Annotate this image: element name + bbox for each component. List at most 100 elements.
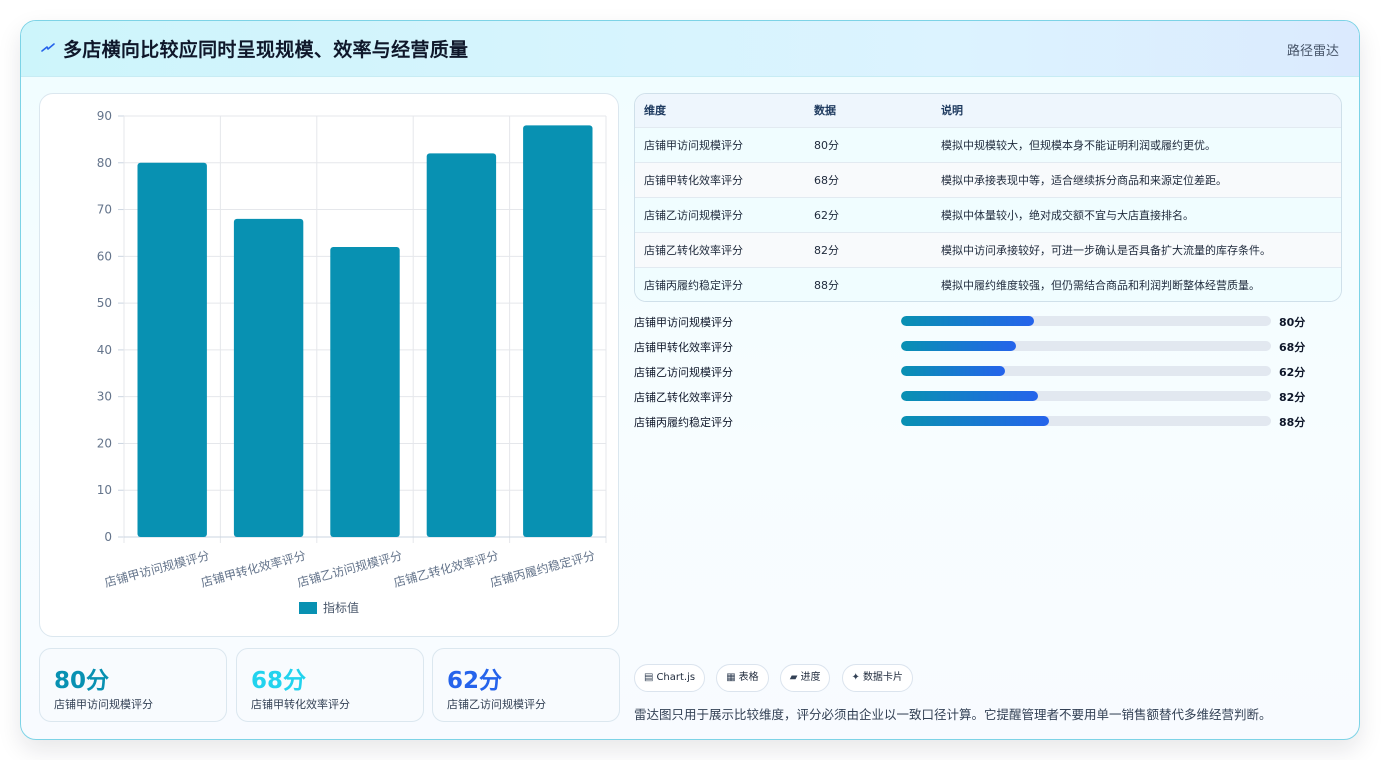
feature-chips: ▤ Chart.js ▦ 表格 ▰ 进度 ✦ 数据卡片 [634, 664, 919, 692]
progress-label: 店铺甲访问规模评分 [634, 316, 733, 329]
progress-fill [901, 316, 1035, 326]
table-cell: 模拟中访问承接较好，可进一步确认是否具备扩大流量的库存条件。 [941, 243, 1271, 257]
y-tick-label: 20 [97, 436, 112, 450]
table-cell: 模拟中体量较小，绝对成交额不宜与大店直接排名。 [941, 208, 1194, 222]
bar-chart-panel: 0 10 20 30 40 50 60 70 80 90 店铺甲访问规模评分 店铺甲转化效率评分 店铺乙… [39, 93, 619, 637]
table-cell: 店铺甲访问规模评分 [644, 138, 743, 152]
chip-table[interactable]: ▦ 表格 [716, 664, 769, 692]
progress-item: 店铺丙履约稳定评分 88分 [634, 413, 1342, 438]
chip-chartjs[interactable]: ▤ Chart.js [634, 664, 706, 692]
page-title: 多店横向比较应同时呈现规模、效率与经营质量 [63, 39, 469, 61]
table-cell: 店铺乙访问规模评分 [644, 208, 743, 222]
column-header: 说明 [941, 104, 963, 118]
progress-item: 店铺乙转化效率评分 82分 [634, 388, 1342, 413]
progress-value: 88分 [1279, 416, 1306, 429]
bar [137, 162, 207, 537]
table-icon: ▦ [726, 672, 736, 683]
table-row: 店铺甲访问规模评分 80分 模拟中规模较大，但规模本身不能证明利润或履约更优。 [635, 127, 1341, 162]
bar [523, 125, 593, 537]
chip-label: Chart.js [656, 672, 696, 683]
y-tick-label: 90 [97, 109, 112, 123]
y-tick-label: 80 [97, 156, 112, 170]
table-row: 店铺乙转化效率评分 82分 模拟中访问承接较好，可进一步确认是否具备扩大流量的库… [635, 232, 1341, 267]
table-cell: 62分 [814, 208, 839, 222]
progress-list: 店铺甲访问规模评分 80分 店铺甲转化效率评分 68分 店铺乙访问规模评分 62… [634, 313, 1342, 438]
lightning-icon [41, 43, 55, 52]
progress-item: 店铺甲转化效率评分 68分 [634, 338, 1342, 363]
y-tick-label: 50 [97, 296, 112, 310]
table-header-row: 维度 数据 说明 [635, 94, 1341, 127]
progress-track [901, 391, 1271, 401]
kpi-label: 店铺甲访问规模评分 [54, 698, 153, 711]
progress-fill [901, 416, 1049, 426]
chip-label: 进度 [800, 672, 821, 683]
chip-label: 表格 [738, 672, 759, 683]
bar [426, 153, 497, 537]
y-tick-label: 40 [97, 343, 112, 357]
progress-fill [901, 341, 1016, 351]
x-tick-label: 店铺甲转化效率评分 [199, 547, 307, 589]
header-tag[interactable]: 路径雷达 [1287, 40, 1339, 59]
table-cell: 68分 [814, 173, 839, 187]
y-tick-label: 10 [97, 483, 112, 497]
card-header: 多店横向比较应同时呈现规模、效率与经营质量 路径雷达 [21, 21, 1359, 77]
progress-item: 店铺乙访问规模评分 62分 [634, 363, 1342, 388]
y-tick-label: 70 [97, 203, 112, 217]
progress-value: 82分 [1279, 391, 1306, 404]
x-tick-label: 店铺甲访问规模评分 [103, 547, 211, 589]
y-tick-label: 30 [97, 390, 112, 404]
progress-fill [901, 391, 1038, 401]
table-cell: 80分 [814, 138, 839, 152]
chip-data-cards[interactable]: ✦ 数据卡片 [841, 664, 913, 692]
progress-label: 店铺丙履约稳定评分 [634, 416, 733, 429]
table-cell: 模拟中履约维度较强，但仍需结合商品和利润判断整体经营质量。 [941, 278, 1260, 292]
x-tick-label: 店铺乙访问规模评分 [296, 547, 404, 589]
chip-progress[interactable]: ▰ 进度 [779, 664, 831, 692]
chip-label: 数据卡片 [862, 672, 903, 683]
table-cell: 模拟中承接表现中等，适合继续拆分商品和来源定位差距。 [941, 173, 1227, 187]
y-tick-label: 0 [104, 530, 112, 544]
bar [233, 218, 304, 537]
table-cell: 店铺丙履约稳定评分 [644, 278, 743, 292]
table-cell: 店铺乙转化效率评分 [644, 243, 743, 257]
kpi-value: 62分 [447, 668, 503, 694]
x-tick-label: 店铺乙转化效率评分 [392, 547, 500, 589]
data-table: 维度 数据 说明 店铺甲访问规模评分 80分 模拟中规模较大，但规模本身不能证明… [634, 93, 1342, 302]
progress-label: 店铺乙转化效率评分 [634, 391, 733, 404]
progress-track [901, 366, 1271, 376]
dashboard-card: 多店横向比较应同时呈现规模、效率与经营质量 路径雷达 0 10 20 30 40 50 60… [20, 20, 1360, 740]
progress-item: 店铺甲访问规模评分 80分 [634, 313, 1342, 338]
kpi-value: 80分 [54, 668, 110, 694]
table-row: 店铺乙访问规模评分 62分 模拟中体量较小，绝对成交额不宜与大店直接排名。 [635, 197, 1341, 232]
x-tick-label: 店铺丙履约稳定评分 [488, 547, 596, 589]
sparkle-icon: ✦ [851, 672, 860, 683]
progress-track [901, 416, 1271, 426]
kpi-value: 68分 [251, 668, 307, 694]
progress-track [901, 316, 1271, 326]
progress-value: 62分 [1279, 366, 1306, 379]
footnote: 雷达图只用于展示比较维度，评分必须由企业以一致口径计算。它提醒管理者不要用单一销… [634, 707, 1272, 722]
kpi-card: 62分 店铺乙访问规模评分 [432, 648, 620, 722]
column-header: 数据 [814, 104, 836, 118]
progress-label: 店铺乙访问规模评分 [634, 366, 733, 379]
bar [330, 246, 400, 537]
chart-icon: ▤ [644, 672, 654, 683]
column-header: 维度 [644, 104, 666, 118]
progress-value: 68分 [1279, 341, 1306, 354]
kpi-card: 80分 店铺甲访问规模评分 [39, 648, 227, 722]
table-cell: 88分 [814, 278, 839, 292]
progress-label: 店铺甲转化效率评分 [634, 341, 733, 354]
table-cell: 82分 [814, 243, 839, 257]
progress-fill [901, 366, 1005, 376]
progress-value: 80分 [1279, 316, 1306, 329]
legend-swatch [299, 602, 317, 614]
kpi-label: 店铺甲转化效率评分 [251, 698, 350, 711]
kpi-label: 店铺乙访问规模评分 [447, 698, 546, 711]
bar-chart: 0102030405060708090店铺甲访问规模评分店铺甲转化效率评分店铺乙… [97, 109, 607, 615]
table-cell: 店铺甲转化效率评分 [644, 173, 743, 187]
table-cell: 模拟中规模较大，但规模本身不能证明利润或履约更优。 [941, 138, 1216, 152]
progress-icon: ▰ [789, 672, 798, 683]
progress-track [901, 341, 1271, 351]
table-row: 店铺甲转化效率评分 68分 模拟中承接表现中等，适合继续拆分商品和来源定位差距。 [635, 162, 1341, 197]
table-row: 店铺丙履约稳定评分 88分 模拟中履约维度较强，但仍需结合商品和利润判断整体经营… [635, 267, 1341, 301]
